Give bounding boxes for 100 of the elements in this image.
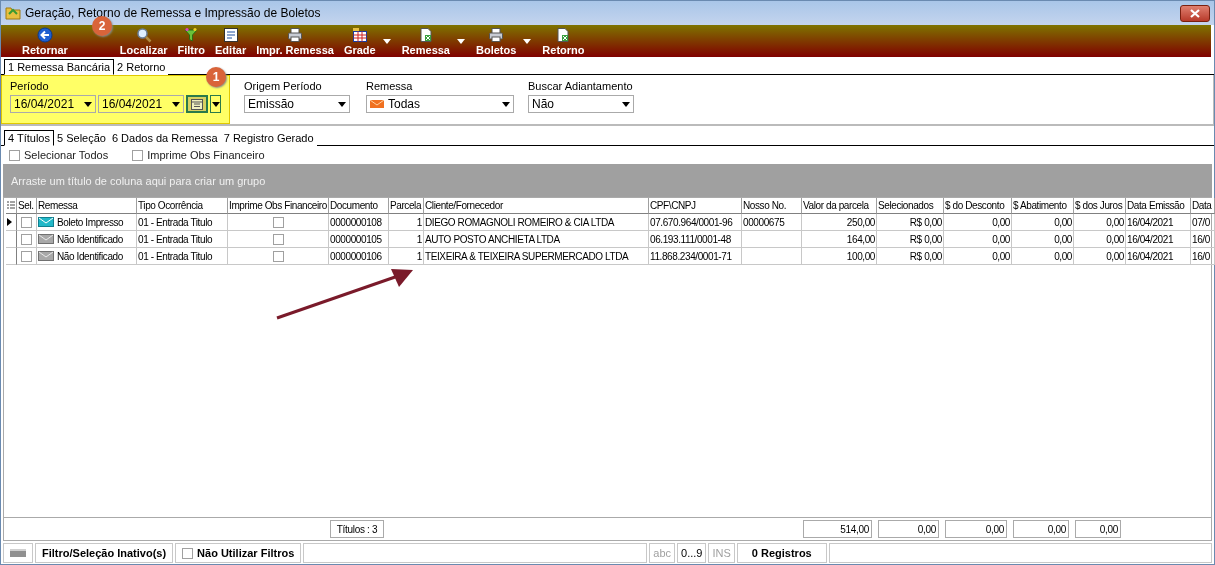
caret-icon[interactable] [457,38,465,44]
filter-status: Filtro/Seleção Inativo(s) [35,543,174,563]
field-label: Origem Período [244,80,323,92]
column-chooser-icon[interactable] [6,198,17,214]
total-field: 514,00 [803,520,872,538]
table-cell: 0,00 [944,231,1012,248]
table-cell: 16/0 [1191,231,1215,248]
table-cell: 1 [389,231,424,248]
table-cell: 0,00 [1074,231,1126,248]
tab[interactable]: 4 Títulos [4,130,54,146]
table-cell: 07/0 [1191,214,1215,231]
toolbar-button[interactable]: Filtro [172,26,211,56]
checkbox-label: Selecionar Todos [24,149,109,161]
checkbox[interactable] [182,547,194,559]
caret-icon [84,101,92,107]
table-cell: R$ 0,00 [877,214,944,231]
table-cell: 0000000106 [329,248,389,265]
table-cell: 11.868.234/0001-71 [649,248,742,265]
column-header[interactable]: Valor da parcela [802,198,877,214]
field-label: Remessa [366,80,414,92]
field-label: Buscar Adiantamento [528,80,634,92]
column-header[interactable]: $ dos Juros [1074,198,1126,214]
checkbox[interactable] [21,233,32,245]
column-header[interactable]: Data [1191,198,1215,214]
table-cell: DIEGO ROMAGNOLI ROMEIRO & CIA LTDA [424,214,649,231]
column-header[interactable]: Parcela [389,198,424,214]
document-icon [417,26,434,43]
column-header[interactable]: Imprime Obs Financeiro [228,198,329,214]
caret-icon [622,101,630,107]
table-cell: 0,00 [944,214,1012,231]
close-button[interactable] [1180,4,1210,22]
record-count: 0 Registros [736,543,827,563]
table-cell: 16/04/2021 [1126,214,1191,231]
column-header[interactable]: Remessa [37,198,137,214]
toolbar-button[interactable]: Retornar [17,26,73,56]
dropdown[interactable]: Emissão [244,95,350,113]
table-icon [351,26,368,43]
checkbox[interactable] [132,149,144,161]
total-field: 0,00 [945,520,1007,538]
envelope-icon [370,100,384,108]
column-header[interactable]: $ Abatimento [1012,198,1074,214]
funnel-icon [183,26,200,43]
calendar-button[interactable] [186,95,208,113]
toolbar-button[interactable]: Impr. Remessa [251,26,339,56]
dropdown[interactable]: Não [528,95,634,113]
table-cell: 1 [389,214,424,231]
column-header[interactable]: Documento [329,198,389,214]
toolbar-button[interactable]: Editar [210,26,252,56]
table-cell [742,248,802,265]
table-cell: 0,00 [1074,214,1126,231]
caret-icon [172,101,180,107]
toolbar-button[interactable]: Boletos [471,26,522,56]
date-dropdown[interactable]: 16/04/2021 [98,95,184,113]
checkbox[interactable] [272,216,284,228]
checkbox[interactable] [272,250,284,262]
table-cell: 0,00 [1012,231,1074,248]
column-header[interactable]: Sel. [17,198,37,214]
column-header[interactable]: Tipo Ocorrência [137,198,228,214]
checkbox[interactable] [9,149,20,161]
column-header[interactable]: $ do Desconto [944,198,1012,214]
table-cell: 164,00 [802,231,877,248]
date-dropdown[interactable]: 16/04/2021 [10,95,96,113]
form-icon [222,26,239,43]
table-cell [742,231,802,248]
field-label: Período [10,80,50,92]
toolbar-button[interactable]: Remessa [396,26,455,56]
column-header[interactable]: Selecionados [877,198,944,214]
caret-icon[interactable] [523,38,532,44]
tab[interactable]: 1 Remessa Bancária [4,59,115,75]
checkbox[interactable] [21,216,32,228]
table-cell: AUTO POSTO ANCHIETA LTDA [424,231,649,248]
magnifier-icon [135,26,152,43]
table-cell: 16/0 [1191,248,1215,265]
table-cell: 01 - Entrada Titulo [137,248,228,265]
table-cell: TEIXEIRA & TEIXEIRA SUPERMERCADO LTDA [424,248,649,265]
envelope-icon [38,251,54,261]
dropdown[interactable]: Todas [366,95,514,113]
dropdown-button[interactable] [210,95,221,113]
column-header[interactable]: Cliente/Fornecedor [424,198,649,214]
table-cell: R$ 0,00 [877,231,944,248]
checkbox[interactable] [21,250,32,262]
total-field: Títulos : 3 [330,520,384,538]
table-cell: 100,00 [802,248,877,265]
column-header[interactable]: Nosso No. [742,198,802,214]
calendar-icon [191,98,203,110]
table-cell: 0,00 [944,248,1012,265]
column-header[interactable]: CPF\CNPJ [649,198,742,214]
toolbar-button[interactable]: Localizar [114,26,173,56]
toolbar-button[interactable]: Retorno [537,26,590,56]
table-cell: Boleto Impresso [57,216,124,228]
column-header[interactable]: Data Emissão [1126,198,1191,214]
table-cell: 01 - Entrada Titulo [137,231,228,248]
toolbar-button[interactable]: Grade [338,26,381,56]
table-cell: 07.670.964/0001-96 [649,214,742,231]
document-icon [555,26,572,43]
caret-icon[interactable] [382,38,391,44]
table-cell: 06.193.111/0001-48 [649,231,742,248]
checkbox[interactable] [272,233,284,245]
envelope-icon [38,217,54,227]
group-panel: Arraste um título de coluna aqui para criar um grupo [3,164,1212,197]
